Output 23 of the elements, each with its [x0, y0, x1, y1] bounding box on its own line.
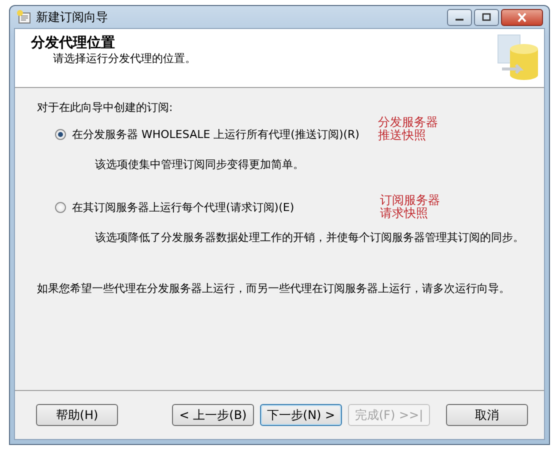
page-title: 分发代理位置	[31, 35, 116, 51]
note-text: 如果您希望一些代理在分发服务器上运行，而另一些代理在订阅服务器上运行，请多次运行向导。	[37, 281, 511, 296]
minimize-button[interactable]	[447, 8, 472, 26]
maximize-button[interactable]	[474, 8, 499, 26]
option-description: 该选项降低了分发服务器数据处理工作的开销，并使每个订阅服务器管理其订阅的同步。	[95, 230, 525, 245]
radio-button[interactable]	[55, 128, 66, 140]
page-subtitle: 请选择运行分发代理的位置。	[53, 51, 196, 66]
radio-label[interactable]: 在其订阅服务器上运行每个代理(请求订阅)(E)	[72, 200, 294, 214]
next-button[interactable]: 下一步(N) >	[260, 404, 342, 426]
wizard-icon	[16, 9, 32, 25]
window-title: 新建订阅向导	[36, 8, 109, 26]
back-button[interactable]: < 上一步(B)	[172, 404, 254, 426]
annotation-text: 分发服务器	[378, 116, 438, 129]
prompt-text: 对于在此向导中创建的订阅:	[37, 100, 174, 115]
annotation-text: 推送快照	[378, 129, 427, 142]
radio-label[interactable]: 在分发服务器 WHOLESALE 上运行所有代理(推送订阅)(R)	[72, 126, 360, 142]
option-description: 该选项使集中管理订阅同步变得更加简单。	[95, 157, 305, 172]
help-button[interactable]: 帮助(H)	[36, 404, 118, 426]
cancel-button[interactable]: 取消	[446, 404, 528, 426]
radio-button[interactable]	[55, 202, 66, 212]
annotation-text: 订阅服务器	[380, 194, 440, 207]
close-button[interactable]	[501, 8, 543, 26]
annotation-text: 请求快照	[380, 207, 429, 220]
